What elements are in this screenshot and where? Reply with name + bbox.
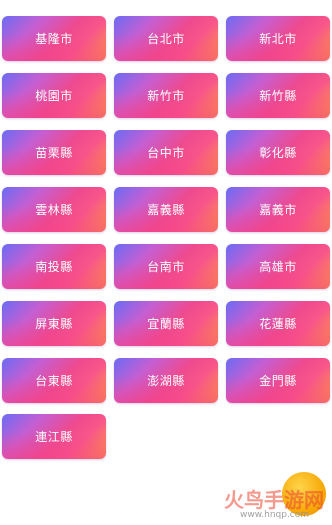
city-button-kaohsiung[interactable]: 高雄市 — [226, 244, 330, 289]
city-button-penghu[interactable]: 澎湖縣 — [114, 358, 218, 403]
city-button-hsinchu-county[interactable]: 新竹縣 — [226, 73, 330, 118]
city-button-hsinchu-city[interactable]: 新竹市 — [114, 73, 218, 118]
city-button-nantou[interactable]: 南投縣 — [2, 244, 106, 289]
city-button-label: 金門縣 — [259, 374, 297, 388]
city-button-label: 新竹縣 — [259, 89, 297, 103]
city-button-lienchiang[interactable]: 連江縣 — [2, 414, 106, 459]
city-button-label: 彰化縣 — [259, 146, 297, 160]
city-button-changhua[interactable]: 彰化縣 — [226, 130, 330, 175]
site-watermark: 火鸟手游网 www.hnqp.com — [224, 470, 332, 525]
city-button-label: 台東縣 — [35, 374, 73, 388]
city-button-label: 連江縣 — [35, 430, 73, 444]
city-button-label: 花蓮縣 — [259, 317, 297, 331]
city-button-label: 南投縣 — [35, 260, 73, 274]
city-button-label: 台中市 — [147, 146, 185, 160]
city-button-label: 屏東縣 — [35, 317, 73, 331]
city-button-label: 澎湖縣 — [147, 374, 185, 388]
city-button-taoyuan[interactable]: 桃園市 — [2, 73, 106, 118]
watermark-text: 火鸟手游网 — [224, 488, 324, 512]
city-button-label: 宜蘭縣 — [147, 317, 185, 331]
city-button-taitung[interactable]: 台東縣 — [2, 358, 106, 403]
city-button-label: 新竹市 — [147, 89, 185, 103]
city-button-label: 基隆市 — [35, 32, 73, 46]
city-button-label: 高雄市 — [259, 260, 297, 274]
city-button-new-taipei[interactable]: 新北市 — [226, 16, 330, 61]
city-button-taichung[interactable]: 台中市 — [114, 130, 218, 175]
city-button-label: 苗栗縣 — [35, 146, 73, 160]
city-button-kinmen[interactable]: 金門縣 — [226, 358, 330, 403]
city-button-chiayi-city[interactable]: 嘉義市 — [226, 187, 330, 232]
city-button-pingtung[interactable]: 屏東縣 — [2, 301, 106, 346]
city-button-label: 台北市 — [147, 32, 185, 46]
city-button-label: 新北市 — [259, 32, 297, 46]
city-button-keelung[interactable]: 基隆市 — [2, 16, 106, 61]
city-button-label: 桃園市 — [35, 89, 73, 103]
city-button-label: 台南市 — [147, 260, 185, 274]
city-button-label: 嘉義縣 — [147, 203, 185, 217]
city-button-taipei[interactable]: 台北市 — [114, 16, 218, 61]
city-button-yilan[interactable]: 宜蘭縣 — [114, 301, 218, 346]
city-button-tainan[interactable]: 台南市 — [114, 244, 218, 289]
city-button-miaoli[interactable]: 苗栗縣 — [2, 130, 106, 175]
city-button-chiayi-county[interactable]: 嘉義縣 — [114, 187, 218, 232]
city-button-label: 嘉義市 — [259, 203, 297, 217]
city-button-hualien[interactable]: 花蓮縣 — [226, 301, 330, 346]
watermark-url: www.hnqp.com — [240, 510, 310, 520]
city-button-yunlin[interactable]: 雲林縣 — [2, 187, 106, 232]
city-button-label: 雲林縣 — [35, 203, 73, 217]
